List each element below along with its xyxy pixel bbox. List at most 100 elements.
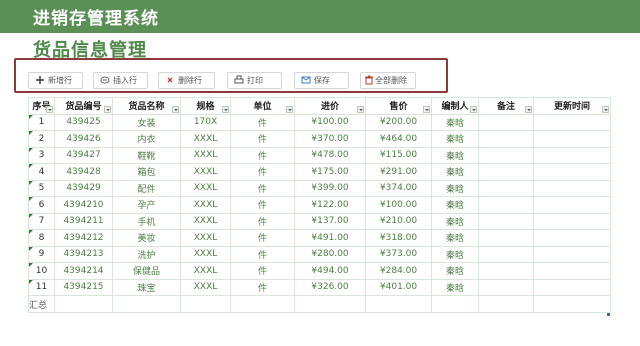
- table-cell[interactable]: ¥200.00: [365, 113, 432, 131]
- table-cell[interactable]: ¥100.00: [294, 113, 366, 131]
- table-cell[interactable]: ¥464.00: [365, 130, 432, 148]
- table-cell[interactable]: 秦晗: [431, 163, 479, 181]
- table-cell[interactable]: 件: [230, 113, 295, 131]
- table-cell[interactable]: XXXL: [180, 130, 231, 148]
- table-cell[interactable]: [478, 113, 534, 131]
- filter-dropdown-icon[interactable]: [602, 105, 609, 113]
- table-cell[interactable]: [478, 130, 534, 148]
- table-cell[interactable]: 洗护: [112, 245, 181, 263]
- table-cell[interactable]: 秦晗: [431, 113, 479, 131]
- delete-row-button[interactable]: 删除行: [158, 72, 215, 89]
- table-cell[interactable]: 件: [230, 229, 295, 247]
- row-number[interactable]: 7: [28, 212, 55, 230]
- table-cell[interactable]: 秦晗: [431, 196, 479, 214]
- table-cell[interactable]: XXXL: [180, 179, 231, 197]
- table-cell[interactable]: 件: [230, 262, 295, 280]
- table-cell[interactable]: 件: [230, 278, 295, 296]
- table-cell[interactable]: 秦晗: [431, 212, 479, 230]
- table-cell[interactable]: [478, 245, 534, 263]
- delete-all-button[interactable]: 全部删除: [360, 72, 416, 89]
- table-cell[interactable]: 鞋靴: [112, 146, 181, 164]
- table-cell[interactable]: XXXL: [180, 163, 231, 181]
- table-cell[interactable]: 439427: [54, 146, 113, 164]
- table-cell[interactable]: ¥374.00: [365, 179, 432, 197]
- table-cell[interactable]: [533, 229, 611, 247]
- table-cell[interactable]: ¥370.00: [294, 130, 366, 148]
- filter-dropdown-icon[interactable]: [104, 105, 111, 113]
- table-cell[interactable]: 件: [230, 196, 295, 214]
- table-cell[interactable]: [478, 278, 534, 296]
- filter-dropdown-icon[interactable]: [357, 105, 364, 113]
- table-cell[interactable]: ¥175.00: [294, 163, 366, 181]
- table-cell[interactable]: XXXL: [180, 245, 231, 263]
- resize-handle[interactable]: [607, 313, 610, 316]
- table-cell[interactable]: 439426: [54, 130, 113, 148]
- table-cell[interactable]: [533, 163, 611, 181]
- table-cell[interactable]: ¥291.00: [365, 163, 432, 181]
- table-cell[interactable]: [533, 278, 611, 296]
- table-cell[interactable]: XXXL: [180, 229, 231, 247]
- summary-cell[interactable]: [112, 295, 181, 313]
- row-number[interactable]: 11: [28, 278, 55, 296]
- table-cell[interactable]: 件: [230, 130, 295, 148]
- table-cell[interactable]: 秦晗: [431, 179, 479, 197]
- table-cell[interactable]: [478, 163, 534, 181]
- table-cell[interactable]: ¥284.00: [365, 262, 432, 280]
- table-cell[interactable]: ¥115.00: [365, 146, 432, 164]
- table-cell[interactable]: 珠宝: [112, 278, 181, 296]
- summary-cell[interactable]: [533, 295, 611, 313]
- summary-cell[interactable]: [365, 295, 432, 313]
- filter-dropdown-icon[interactable]: [172, 105, 179, 113]
- table-cell[interactable]: 170X: [180, 113, 231, 131]
- table-cell[interactable]: [533, 146, 611, 164]
- table-cell[interactable]: 手机: [112, 212, 181, 230]
- filter-dropdown-icon[interactable]: [286, 105, 293, 113]
- table-cell[interactable]: [478, 262, 534, 280]
- table-cell[interactable]: 4394214: [54, 262, 113, 280]
- insert-row-button[interactable]: 插入行: [93, 72, 148, 89]
- row-number[interactable]: 9: [28, 245, 55, 263]
- row-number[interactable]: 2: [28, 130, 55, 148]
- table-cell[interactable]: 女装: [112, 113, 181, 131]
- table-cell[interactable]: 秦晗: [431, 262, 479, 280]
- table-cell[interactable]: 秦晗: [431, 130, 479, 148]
- table-cell[interactable]: 秦晗: [431, 146, 479, 164]
- table-cell[interactable]: XXXL: [180, 212, 231, 230]
- row-number[interactable]: 3: [28, 146, 55, 164]
- table-cell[interactable]: [533, 212, 611, 230]
- table-cell[interactable]: ¥494.00: [294, 262, 366, 280]
- table-cell[interactable]: [478, 146, 534, 164]
- filter-dropdown-icon[interactable]: [525, 105, 532, 113]
- table-cell[interactable]: 件: [230, 212, 295, 230]
- row-number[interactable]: 4: [28, 163, 55, 181]
- summary-cell[interactable]: [478, 295, 534, 313]
- table-cell[interactable]: ¥280.00: [294, 245, 366, 263]
- table-cell[interactable]: XXXL: [180, 278, 231, 296]
- table-cell[interactable]: ¥491.00: [294, 229, 366, 247]
- save-button[interactable]: 保存: [294, 72, 349, 89]
- row-number[interactable]: 10: [28, 262, 55, 280]
- table-cell[interactable]: ¥326.00: [294, 278, 366, 296]
- table-cell[interactable]: ¥318.00: [365, 229, 432, 247]
- row-number[interactable]: 1: [28, 113, 55, 131]
- table-cell[interactable]: [533, 262, 611, 280]
- table-cell[interactable]: ¥100.00: [365, 196, 432, 214]
- summary-cell[interactable]: [431, 295, 479, 313]
- summary-cell[interactable]: [230, 295, 295, 313]
- summary-cell[interactable]: [294, 295, 366, 313]
- table-cell[interactable]: ¥210.00: [365, 212, 432, 230]
- filter-dropdown-icon[interactable]: [470, 105, 477, 113]
- table-cell[interactable]: 439429: [54, 179, 113, 197]
- add-row-button[interactable]: 新增行: [28, 72, 83, 89]
- table-cell[interactable]: 内衣: [112, 130, 181, 148]
- table-cell[interactable]: 件: [230, 163, 295, 181]
- table-cell[interactable]: 件: [230, 179, 295, 197]
- table-cell[interactable]: [533, 179, 611, 197]
- table-cell[interactable]: 4394215: [54, 278, 113, 296]
- table-cell[interactable]: 箱包: [112, 163, 181, 181]
- print-button[interactable]: 打印: [227, 72, 282, 89]
- table-cell[interactable]: ¥478.00: [294, 146, 366, 164]
- summary-cell[interactable]: [180, 295, 231, 313]
- table-cell[interactable]: [478, 196, 534, 214]
- table-cell[interactable]: 4394211: [54, 212, 113, 230]
